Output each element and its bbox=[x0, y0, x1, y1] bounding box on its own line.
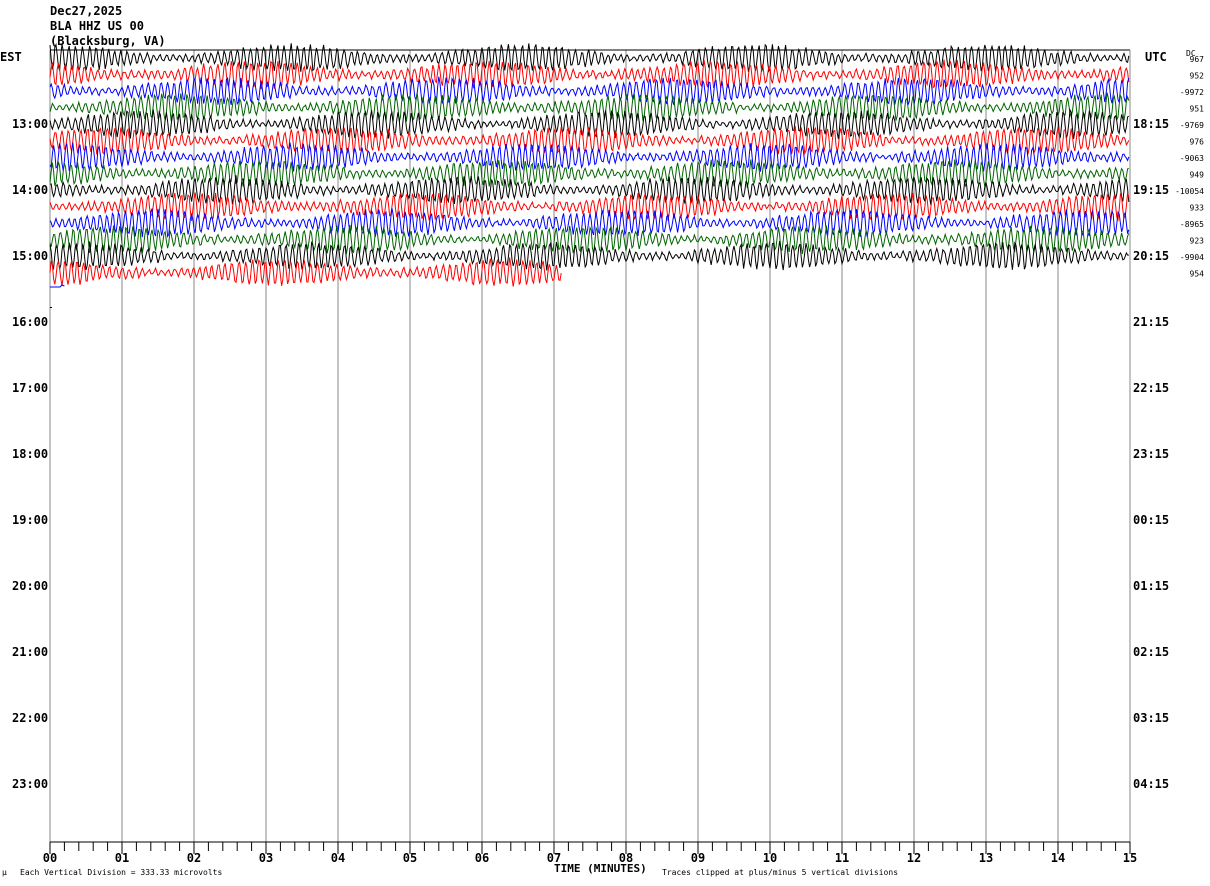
dc-offset-label: -9063 bbox=[1180, 154, 1204, 163]
est-hour-label: 19:00 bbox=[12, 513, 48, 527]
trace-line bbox=[49, 257, 562, 287]
utc-label: UTC bbox=[1145, 50, 1167, 64]
dc-offset-label: 923 bbox=[1190, 237, 1205, 246]
utc-hour-label: 02:15 bbox=[1133, 645, 1169, 659]
x-tick-label: 06 bbox=[475, 851, 489, 865]
x-tick-label: 14 bbox=[1051, 851, 1065, 865]
utc-hour-label: 18:15 bbox=[1133, 117, 1169, 131]
dc-offset-label: -9904 bbox=[1180, 253, 1204, 262]
dc-offset-label: 949 bbox=[1190, 171, 1205, 180]
x-tick-label: 04 bbox=[331, 851, 345, 865]
x-tick-label: 15 bbox=[1123, 851, 1137, 865]
x-tick-label: 03 bbox=[259, 851, 273, 865]
x-axis-label: TIME (MINUTES) bbox=[554, 862, 647, 875]
utc-hour-label: 03:15 bbox=[1133, 711, 1169, 725]
dc-offset-label: -9769 bbox=[1180, 121, 1204, 130]
utc-hour-label: 23:15 bbox=[1133, 447, 1169, 461]
scale-note: Each Vertical Division = 333.33 microvol… bbox=[20, 868, 223, 877]
est-hour-label: 23:00 bbox=[12, 777, 48, 791]
x-tick-label: 12 bbox=[907, 851, 921, 865]
dc-offset-label: -9972 bbox=[1180, 88, 1204, 97]
trace-line bbox=[49, 76, 1130, 106]
x-tick-label: 05 bbox=[403, 851, 417, 865]
dc-offset-label: -8965 bbox=[1180, 220, 1204, 229]
x-tick-label: 00 bbox=[43, 851, 57, 865]
x-tick-label: 10 bbox=[763, 851, 777, 865]
trace-line bbox=[50, 284, 65, 288]
dc-offset-label: 933 bbox=[1190, 204, 1205, 213]
helicorder-plot: 00 01 02 03 04 05 06 07 08 09 10 11 12 13 14 1513:0014:… bbox=[12, 42, 1205, 865]
mu-symbol: µ bbox=[2, 868, 7, 877]
dc-offset-label: 951 bbox=[1190, 105, 1205, 114]
dc-offset-label: 952 bbox=[1190, 72, 1205, 81]
est-hour-label: 15:00 bbox=[12, 249, 48, 263]
utc-hour-label: 04:15 bbox=[1133, 777, 1169, 791]
est-hour-label: 16:00 bbox=[12, 315, 48, 329]
est-hour-label: 13:00 bbox=[12, 117, 48, 131]
utc-hour-label: 01:15 bbox=[1133, 579, 1169, 593]
clip-note: Traces clipped at plus/minus 5 vertical … bbox=[662, 868, 899, 877]
x-tick-label: 13 bbox=[979, 851, 993, 865]
x-tick-label: 09 bbox=[691, 851, 705, 865]
x-tick-label: 02 bbox=[187, 851, 201, 865]
dc-offset-label: 976 bbox=[1190, 138, 1205, 147]
utc-hour-label: 19:15 bbox=[1133, 183, 1169, 197]
est-hour-label: 14:00 bbox=[12, 183, 48, 197]
dc-label: DC bbox=[1186, 49, 1196, 58]
utc-hour-label: 21:15 bbox=[1133, 315, 1169, 329]
est-hour-label: 17:00 bbox=[12, 381, 48, 395]
utc-hour-label: 00:15 bbox=[1133, 513, 1169, 527]
est-hour-label: 20:00 bbox=[12, 579, 48, 593]
dc-offset-label: 954 bbox=[1190, 270, 1205, 279]
dc-offset-label: -10054 bbox=[1175, 187, 1204, 196]
utc-hour-label: 20:15 bbox=[1133, 249, 1169, 263]
est-hour-label: 21:00 bbox=[12, 645, 48, 659]
est-hour-label: 22:00 bbox=[12, 711, 48, 725]
est-label: EST bbox=[0, 50, 22, 64]
x-tick-label: 01 bbox=[115, 851, 129, 865]
est-hour-label: 18:00 bbox=[12, 447, 48, 461]
x-tick-label: 11 bbox=[835, 851, 849, 865]
utc-hour-label: 22:15 bbox=[1133, 381, 1169, 395]
trace-line bbox=[49, 42, 1130, 73]
